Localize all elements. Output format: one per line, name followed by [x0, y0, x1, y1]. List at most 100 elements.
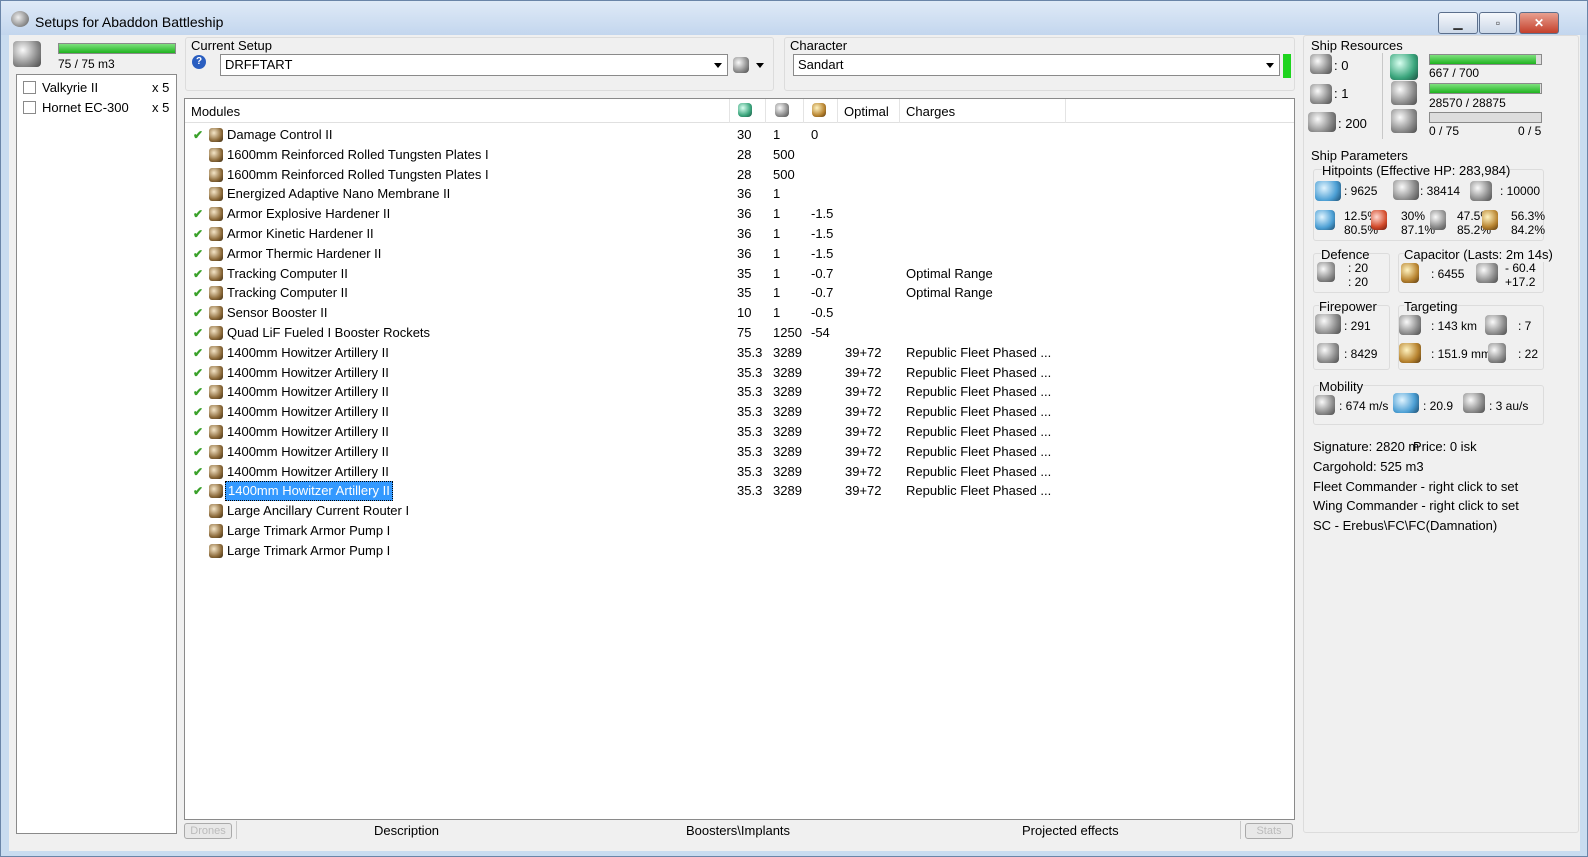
module-name[interactable]: Large Trimark Armor Pump I: [225, 521, 392, 541]
module-name[interactable]: Tracking Computer II: [225, 264, 350, 284]
table-row[interactable]: ✔ 1400mm Howitzer Artillery II 35.3 3289 39+…: [185, 343, 1294, 363]
module-icon: [209, 365, 223, 380]
module-cpu: 35.3: [737, 463, 763, 479]
active-check-icon[interactable]: ✔: [193, 204, 203, 224]
table-row[interactable]: ✔ 1400mm Howitzer Artillery II 35.3 3289 39+…: [185, 363, 1294, 383]
table-row[interactable]: ✔ Damage Control II 30 1 0: [185, 125, 1294, 145]
close-button[interactable]: ✕: [1519, 12, 1559, 34]
module-name[interactable]: Armor Kinetic Hardener II: [225, 224, 376, 244]
active-check-icon[interactable]: ✔: [193, 382, 203, 402]
table-row[interactable]: Large Ancillary Current Router I: [185, 501, 1294, 521]
table-row[interactable]: 1600mm Reinforced Rolled Tungsten Plates…: [185, 145, 1294, 165]
active-check-icon[interactable]: ✔: [193, 264, 203, 284]
module-name[interactable]: Armor Explosive Hardener II: [225, 204, 392, 224]
minimize-button[interactable]: ▁: [1438, 12, 1478, 34]
module-icon: [209, 187, 223, 202]
capacitor-delta-recharge: +17.2: [1505, 275, 1536, 289]
module-powergrid: 500: [773, 146, 795, 162]
module-name[interactable]: Armor Thermic Hardener II: [225, 244, 383, 264]
col-powergrid[interactable]: [766, 99, 804, 123]
tab-projected-effects[interactable]: Projected effects: [1022, 823, 1119, 838]
active-check-icon[interactable]: ✔: [193, 303, 203, 323]
table-row[interactable]: ✔ Tracking Computer II 35 1 -0.7 Optimal Rang…: [185, 264, 1294, 284]
module-powergrid: 1: [773, 285, 781, 301]
stats-button[interactable]: Stats: [1245, 823, 1293, 839]
fleet-commander[interactable]: Fleet Commander - right click to set: [1313, 479, 1518, 494]
table-row[interactable]: ✔ Quad LiF Fueled I Booster Rockets 75 1250…: [185, 323, 1294, 343]
module-name[interactable]: Energized Adaptive Nano Membrane II: [225, 184, 452, 204]
active-check-icon[interactable]: ✔: [193, 125, 203, 145]
table-row[interactable]: 1600mm Reinforced Rolled Tungsten Plates…: [185, 165, 1294, 185]
table-row[interactable]: ✔ 1400mm Howitzer Artillery II 35.3 3289 39+…: [185, 481, 1294, 502]
table-row[interactable]: ✔ Armor Kinetic Hardener II 36 1 -1.5: [185, 224, 1294, 244]
modules-table[interactable]: Modules Optimal Charges ✔ Damage Control …: [184, 98, 1295, 820]
module-name[interactable]: Damage Control II: [225, 125, 335, 145]
tab-description[interactable]: Description: [374, 823, 439, 838]
setup-menu-icon[interactable]: [733, 57, 749, 73]
client-area: 75 / 75 m3 Valkyrie II x 5 Hornet EC-300…: [9, 35, 1580, 851]
table-row[interactable]: ✔ Sensor Booster II 10 1 -0.5: [185, 303, 1294, 323]
module-name[interactable]: Quad LiF Fueled I Booster Rockets: [225, 323, 432, 343]
table-row[interactable]: ✔ 1400mm Howitzer Artillery II 35.3 3289 39+…: [185, 422, 1294, 442]
active-check-icon[interactable]: ✔: [193, 422, 203, 442]
module-name[interactable]: 1400mm Howitzer Artillery II: [225, 382, 391, 402]
table-row[interactable]: ✔ 1400mm Howitzer Artillery II 35.3 3289 39+…: [185, 442, 1294, 462]
module-name[interactable]: Large Ancillary Current Router I: [225, 501, 411, 521]
module-name[interactable]: 1400mm Howitzer Artillery II: [225, 442, 391, 462]
active-check-icon[interactable]: ✔: [193, 363, 203, 383]
col-cpu[interactable]: [730, 99, 766, 123]
module-powergrid: 1: [773, 226, 781, 241]
module-name[interactable]: 1400mm Howitzer Artillery II: [225, 363, 391, 383]
drone-list[interactable]: Valkyrie II x 5 Hornet EC-300 x 5: [16, 74, 177, 834]
module-name[interactable]: 1400mm Howitzer Artillery II: [225, 402, 391, 422]
table-row[interactable]: Large Trimark Armor Pump I: [185, 541, 1294, 561]
active-check-icon[interactable]: ✔: [193, 224, 203, 244]
col-capacitor[interactable]: [804, 99, 838, 123]
active-check-icon[interactable]: ✔: [193, 244, 203, 264]
wing-commander[interactable]: Wing Commander - right click to set: [1313, 498, 1519, 513]
list-item[interactable]: Valkyrie II x 5: [17, 77, 176, 97]
active-check-icon[interactable]: ✔: [193, 323, 203, 343]
module-icon: [209, 524, 223, 538]
col-modules[interactable]: Modules: [185, 99, 730, 123]
module-name[interactable]: 1400mm Howitzer Artillery II: [225, 481, 393, 502]
active-check-icon[interactable]: ✔: [193, 462, 203, 482]
table-row[interactable]: ✔ 1400mm Howitzer Artillery II 35.3 3289 39+…: [185, 462, 1294, 482]
module-name[interactable]: 1400mm Howitzer Artillery II: [225, 422, 391, 442]
module-name[interactable]: Tracking Computer II: [225, 283, 350, 303]
active-check-icon[interactable]: ✔: [193, 442, 203, 462]
max-targets-value: : 7: [1518, 319, 1532, 333]
table-row[interactable]: ✔ 1400mm Howitzer Artillery II 35.3 3289 39+…: [185, 382, 1294, 402]
table-row[interactable]: ✔ Armor Thermic Hardener II 36 1 -1.5: [185, 244, 1294, 264]
table-row[interactable]: Large Trimark Armor Pump I: [185, 521, 1294, 541]
module-name[interactable]: 1600mm Reinforced Rolled Tungsten Plates…: [225, 165, 491, 185]
active-check-icon[interactable]: ✔: [193, 402, 203, 422]
active-check-icon[interactable]: ✔: [193, 481, 203, 501]
module-name[interactable]: 1600mm Reinforced Rolled Tungsten Plates…: [225, 145, 491, 165]
drone-checkbox[interactable]: [23, 81, 36, 94]
table-row[interactable]: ✔ Armor Explosive Hardener II 36 1 -1.5: [185, 204, 1294, 224]
maximize-button[interactable]: ▫: [1479, 12, 1517, 34]
module-name[interactable]: 1400mm Howitzer Artillery II: [225, 462, 391, 482]
drone-checkbox[interactable]: [23, 101, 36, 114]
chevron-down-icon[interactable]: [756, 63, 764, 68]
help-icon[interactable]: ?: [192, 55, 206, 69]
module-name[interactable]: 1400mm Howitzer Artillery II: [225, 343, 391, 363]
module-name[interactable]: Large Trimark Armor Pump I: [225, 541, 392, 561]
module-name[interactable]: Sensor Booster II: [225, 303, 329, 323]
drones-button[interactable]: Drones: [184, 823, 232, 839]
warp-speed-value: : 3 au/s: [1489, 399, 1529, 413]
module-powergrid: 1250: [773, 325, 802, 340]
table-row[interactable]: ✔ Tracking Computer II 35 1 -0.7 Optimal Rang…: [185, 283, 1294, 303]
table-row[interactable]: ✔ 1400mm Howitzer Artillery II 35.3 3289 39+…: [185, 402, 1294, 422]
active-check-icon[interactable]: ✔: [193, 283, 203, 303]
character-select[interactable]: Sandart: [793, 54, 1280, 76]
active-check-icon[interactable]: ✔: [193, 343, 203, 363]
table-row[interactable]: Energized Adaptive Nano Membrane II 36 1: [185, 184, 1294, 204]
col-charges[interactable]: Charges: [900, 99, 1066, 123]
setup-select[interactable]: DRFFTART: [220, 54, 728, 76]
tab-boosters-implants[interactable]: Boosters\Implants: [686, 823, 790, 838]
squad-commander[interactable]: SC - Erebus\FC\FC(Damnation): [1313, 518, 1497, 533]
col-optimal[interactable]: Optimal: [838, 99, 900, 123]
list-item[interactable]: Hornet EC-300 x 5: [17, 97, 176, 117]
